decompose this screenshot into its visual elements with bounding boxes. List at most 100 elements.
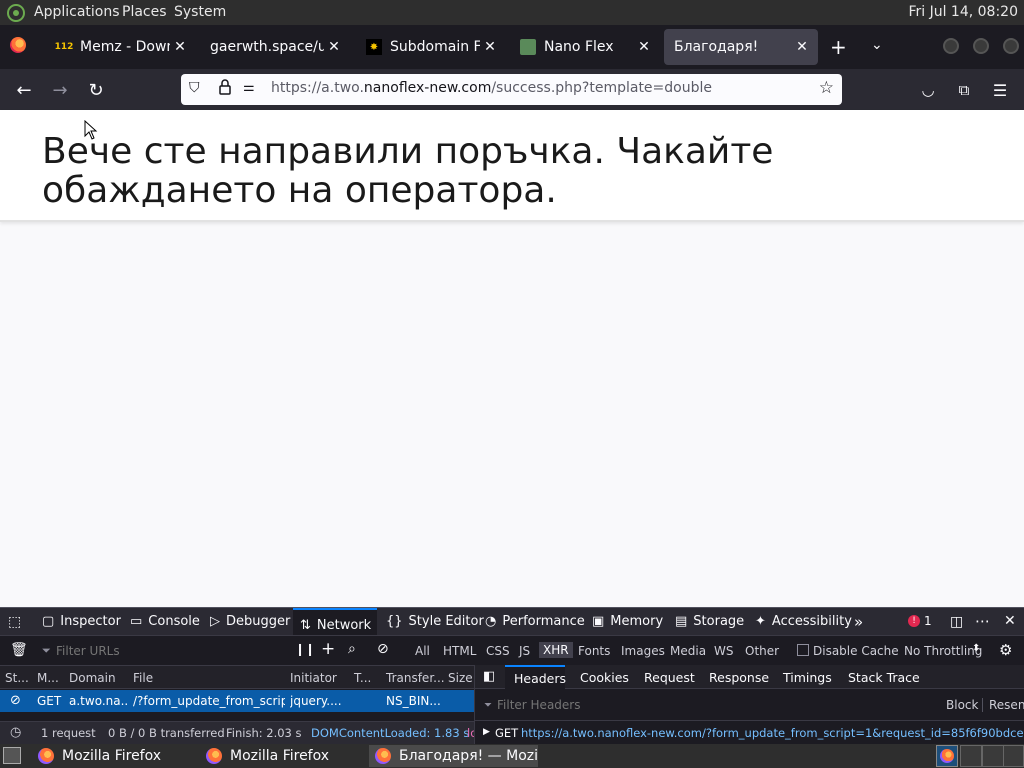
add-icon[interactable]: + <box>321 639 335 659</box>
hamburger-menu-icon[interactable]: ☰ <box>987 77 1013 103</box>
tab-console[interactable]: ▭ Console <box>130 614 200 629</box>
col-size[interactable]: Size <box>448 671 473 685</box>
close-icon[interactable]: ✕ <box>480 39 500 55</box>
tab-gaerwth[interactable]: gaerwth.space/utr6 ✕ <box>200 29 350 65</box>
tab-nano-flex[interactable]: Nano Flex ✕ <box>510 29 660 65</box>
workspace-3[interactable] <box>982 745 1004 767</box>
menu-places[interactable]: Places <box>122 4 167 20</box>
tab-response[interactable]: Response <box>709 670 769 685</box>
close-icon[interactable]: ✕ <box>170 39 190 55</box>
filter-images[interactable]: Images <box>621 644 665 658</box>
tab-stack-trace[interactable]: Stack Trace <box>848 670 920 685</box>
search-icon[interactable]: ⌕ <box>348 641 356 657</box>
block-icon[interactable]: ⊘ <box>377 641 389 657</box>
distro-logo-icon[interactable] <box>6 3 26 23</box>
close-devtools-icon[interactable]: ✕ <box>1004 613 1016 629</box>
tab-debugger[interactable]: ▷ Debugger <box>210 614 290 629</box>
resend-button[interactable]: Resend <box>982 698 1024 712</box>
more-tools-chevron-icon[interactable]: » <box>854 613 863 631</box>
block-button[interactable]: Block <box>946 698 978 712</box>
new-tab-plus-icon[interactable]: + <box>830 35 847 59</box>
tab-inspector[interactable]: ▢ Inspector <box>42 614 121 629</box>
page-content: Вече сте направили поръчка. Чакайте обаж… <box>0 110 1024 607</box>
disable-cache-label[interactable]: Disable Cache <box>813 644 899 658</box>
tab-style-editor[interactable]: {} Style Editor <box>386 614 484 629</box>
workspace-2[interactable] <box>960 745 982 767</box>
filter-all[interactable]: All <box>415 644 430 658</box>
clock[interactable]: Fri Jul 14, 08:20 <box>908 4 1018 20</box>
shield-icon[interactable]: ⛉ <box>189 80 200 96</box>
taskbar-item[interactable]: Mozilla Firefox <box>32 745 197 767</box>
list-all-tabs-chevron-icon[interactable]: ⌄ <box>871 37 883 53</box>
trash-icon[interactable]: 🗑 <box>10 642 28 658</box>
pick-element-icon[interactable]: ⬚ <box>8 614 21 630</box>
pocket-icon[interactable]: ◡ <box>915 77 941 103</box>
tab-cookies[interactable]: Cookies <box>580 670 629 685</box>
taskbar-item-active[interactable]: Благодаря! — Mozil... <box>369 745 538 767</box>
pause-icon[interactable]: ❙❙ <box>295 642 315 656</box>
more-options-icon[interactable]: ⋯ <box>975 612 990 630</box>
close-window-icon[interactable] <box>1003 38 1019 54</box>
throttle-dropdown-icon[interactable]: ⬍ <box>972 643 980 654</box>
back-arrow-icon[interactable]: ← <box>11 77 37 103</box>
tab-timings[interactable]: Timings <box>783 670 832 685</box>
tab-headers[interactable]: Headers <box>505 665 566 689</box>
tab-memory[interactable]: ▣ Memory <box>592 614 663 629</box>
taskbar-item[interactable]: Mozilla Firefox <box>200 745 365 767</box>
col-initiator[interactable]: Initiator <box>290 671 337 685</box>
col-transferred[interactable]: Transfer... <box>386 671 445 685</box>
tab-subdomain-finder[interactable]: ✸ Subdomain Find ✕ <box>356 29 506 65</box>
col-method[interactable]: M... <box>37 671 59 685</box>
menu-system[interactable]: System <box>174 4 226 20</box>
tab-request[interactable]: Request <box>644 670 695 685</box>
tab-performance[interactable]: ◔ Performance <box>485 614 585 629</box>
tab-memz[interactable]: 112 Memz - Downlo ✕ <box>46 29 196 65</box>
filter-html[interactable]: HTML <box>443 644 476 658</box>
tab-blagodarya[interactable]: Благодаря! ✕ <box>664 29 818 65</box>
tab-storage[interactable]: ▤ Storage <box>675 614 744 629</box>
filter-xhr[interactable]: XHR <box>539 642 573 658</box>
permissions-icon[interactable]: ⚌ <box>243 80 255 95</box>
filter-fonts[interactable]: Fonts <box>578 644 610 658</box>
table-row[interactable]: ⊘ GET a.two.na... /?form_update_from_scr… <box>0 690 474 712</box>
reload-icon[interactable]: ↻ <box>83 77 109 103</box>
col-domain[interactable]: Domain <box>69 671 116 685</box>
request-summary[interactable]: ▶ GET https://a.two.nanoflex-new.com/?fo… <box>475 720 1024 744</box>
tab-network[interactable]: ⇅ Network <box>293 608 377 636</box>
settings-gear-icon[interactable]: ⚙ <box>999 641 1012 659</box>
url-bar[interactable]: ⛉ ⚌ https://a.two.nanoflex-new.com/succe… <box>181 74 842 105</box>
col-status[interactable]: St... <box>5 671 29 685</box>
throttling-select[interactable]: No Throttling <box>904 644 982 658</box>
row-initiator[interactable]: jquery.... <box>290 694 350 708</box>
forward-arrow-icon[interactable]: → <box>47 77 73 103</box>
close-icon[interactable]: ✕ <box>324 39 344 55</box>
filter-media[interactable]: Media <box>670 644 706 658</box>
filter-other[interactable]: Other <box>745 644 779 658</box>
dock-side-icon[interactable]: ◫ <box>950 614 963 630</box>
expand-triangle-icon[interactable]: ▶ <box>483 727 490 737</box>
workspace-4[interactable] <box>1003 745 1024 767</box>
close-icon[interactable]: ✕ <box>634 39 654 55</box>
bookmark-star-icon[interactable]: ☆ <box>819 78 834 98</box>
lock-icon[interactable] <box>219 79 231 99</box>
col-file[interactable]: File <box>133 671 153 685</box>
menu-applications[interactable]: Applications <box>34 4 120 20</box>
filter-headers-input[interactable] <box>497 696 777 714</box>
close-icon[interactable]: ✕ <box>792 39 812 55</box>
minimize-window-icon[interactable] <box>943 38 959 54</box>
tab-accessibility[interactable]: ✦ Accessibility <box>755 614 852 629</box>
maximize-window-icon[interactable] <box>973 38 989 54</box>
disable-cache-checkbox[interactable] <box>797 644 809 656</box>
toggle-sidebar-icon[interactable]: ◧ <box>483 669 495 684</box>
filter-ws[interactable]: WS <box>714 644 733 658</box>
extensions-icon[interactable]: ⧉ <box>951 77 977 103</box>
error-badge[interactable]: ! 1 <box>908 614 932 628</box>
show-desktop-icon[interactable] <box>3 747 21 764</box>
url-text[interactable]: https://a.two.nanoflex-new.com/success.p… <box>271 80 712 96</box>
filter-urls-input[interactable] <box>56 642 276 660</box>
filter-js[interactable]: JS <box>519 644 530 658</box>
firefox-view-icon[interactable] <box>10 37 26 57</box>
col-type[interactable]: T... <box>354 671 371 685</box>
workspace-switcher[interactable] <box>936 745 958 767</box>
filter-css[interactable]: CSS <box>486 644 510 658</box>
